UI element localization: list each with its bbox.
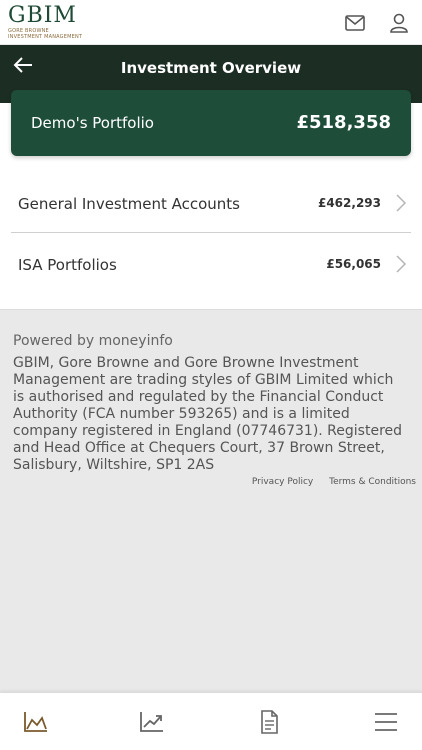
account-amount: £56,065 <box>326 257 381 271</box>
account-label: ISA Portfolios <box>18 256 117 274</box>
account-row-general-investment[interactable]: General Investment Accounts £462,293 <box>11 175 411 233</box>
mail-icon[interactable] <box>344 12 366 34</box>
footer-links: Privacy Policy Terms & Conditions <box>239 477 416 487</box>
privacy-policy-link[interactable]: Privacy Policy <box>252 477 313 487</box>
page-title: Investment Overview <box>120 59 302 77</box>
area-chart-icon[interactable] <box>23 710 49 734</box>
portfolio-name: Demo's Portfolio <box>31 114 154 132</box>
account-label: General Investment Accounts <box>18 195 240 213</box>
gbim-logo[interactable]: GBIM GORE BROWNE INVESTMENT MANAGEMENT <box>8 3 83 41</box>
app-header: GBIM GORE BROWNE INVESTMENT MANAGEMENT <box>0 0 422 45</box>
chevron-right-icon <box>395 193 407 213</box>
account-amount: £462,293 <box>317 196 381 210</box>
bottom-nav <box>0 692 422 750</box>
terms-conditions-link[interactable]: Terms & Conditions <box>329 477 416 487</box>
trend-chart-icon[interactable] <box>139 710 165 734</box>
menu-icon[interactable] <box>373 710 399 734</box>
account-row-isa[interactable]: ISA Portfolios £56,065 <box>11 236 411 294</box>
portfolio-summary-card[interactable]: Demo's Portfolio £518,358 <box>11 90 411 156</box>
logo-brand: GBIM <box>8 3 77 28</box>
document-icon[interactable] <box>256 710 282 734</box>
user-icon[interactable] <box>388 12 410 34</box>
portfolio-total: £518,358 <box>296 112 391 133</box>
chevron-right-icon <box>395 254 407 274</box>
logo-subtitle-line-2: INVESTMENT MANAGEMENT <box>8 34 83 40</box>
powered-by-text: Powered by moneyinfo <box>13 333 173 349</box>
legal-disclaimer: GBIM, Gore Browne and Gore Browne Invest… <box>13 355 403 473</box>
